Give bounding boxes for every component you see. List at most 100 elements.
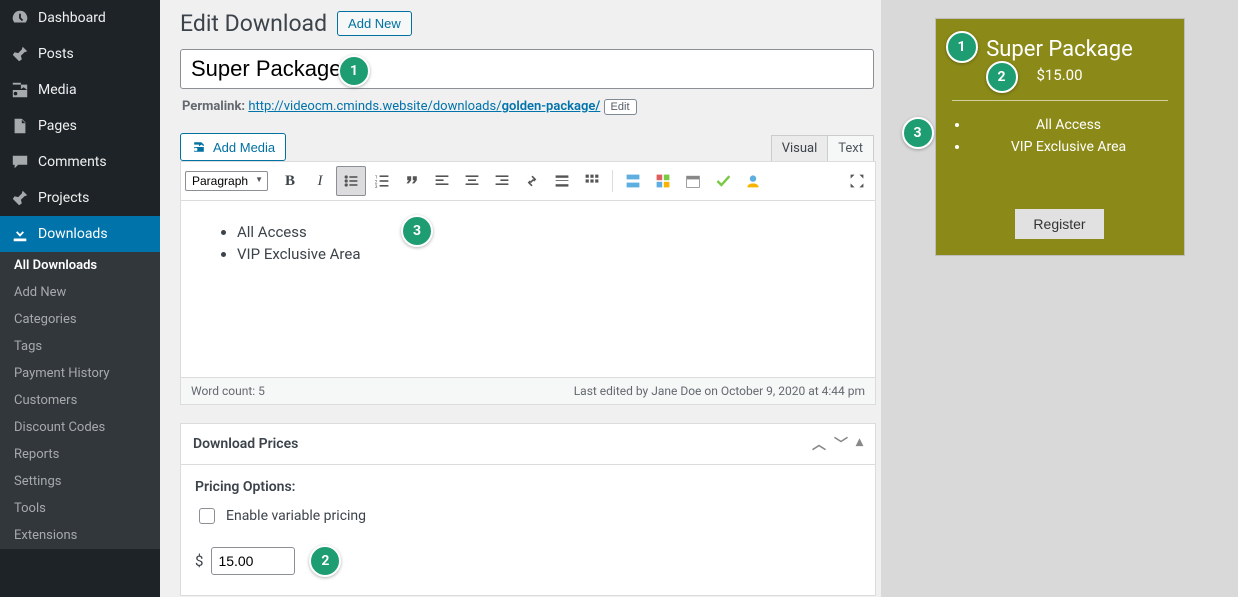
sidebar-label: Downloads bbox=[38, 226, 108, 242]
sidebar-submenu: All Downloads Add New Categories Tags Pa… bbox=[0, 252, 160, 549]
permalink-label: Permalink: bbox=[182, 99, 245, 114]
sub-item-payment-history[interactable]: Payment History bbox=[0, 360, 160, 387]
page-title: Edit Download bbox=[180, 10, 327, 37]
download-icon bbox=[10, 224, 30, 244]
fullscreen-button[interactable] bbox=[843, 167, 871, 195]
pin-icon bbox=[10, 188, 30, 208]
sidebar-item-media[interactable]: Media bbox=[0, 72, 160, 108]
sub-item-reports[interactable]: Reports bbox=[0, 441, 160, 468]
sidebar-item-dashboard[interactable]: Dashboard bbox=[0, 0, 160, 36]
add-media-label: Add Media bbox=[213, 140, 275, 155]
panel-title: Download Prices bbox=[193, 436, 298, 452]
comment-icon bbox=[10, 152, 30, 172]
editor-toolbar: Paragraph B I 123 bbox=[181, 162, 875, 201]
variable-pricing-label: Enable variable pricing bbox=[226, 508, 366, 524]
sub-item-extensions[interactable]: Extensions bbox=[0, 522, 160, 549]
paragraph-select[interactable]: Paragraph bbox=[185, 171, 268, 191]
sidebar-label: Dashboard bbox=[38, 10, 106, 26]
sub-item-categories[interactable]: Categories bbox=[0, 306, 160, 333]
preview-price: $15.00 bbox=[952, 66, 1168, 84]
quote-button[interactable] bbox=[398, 167, 426, 195]
variable-pricing-toggle[interactable]: Enable variable pricing bbox=[195, 505, 861, 527]
caret-up-icon[interactable]: ▴ bbox=[856, 434, 863, 454]
permalink-row: Permalink: http://videocm.cminds.website… bbox=[182, 99, 859, 115]
preview-pane: 1 Super Package 2 $15.00 3 All Access VI… bbox=[881, 0, 1238, 597]
checkmark-button[interactable] bbox=[709, 167, 737, 195]
editor-tabs: Visual Text bbox=[771, 135, 874, 161]
chevron-down-icon[interactable]: ﹀ bbox=[834, 434, 848, 454]
sidebar-item-pages[interactable]: Pages bbox=[0, 108, 160, 144]
tab-text[interactable]: Text bbox=[828, 135, 874, 161]
sub-item-tags[interactable]: Tags bbox=[0, 333, 160, 360]
sub-item-settings[interactable]: Settings bbox=[0, 468, 160, 495]
sidebar-label: Posts bbox=[38, 46, 74, 62]
italic-button[interactable]: I bbox=[306, 167, 334, 195]
post-title-input[interactable] bbox=[180, 49, 874, 89]
media-icon bbox=[191, 139, 207, 155]
gauge-icon bbox=[10, 8, 30, 28]
annotation-bubble-3: 3 bbox=[401, 215, 433, 247]
pin-icon bbox=[10, 44, 30, 64]
calendar-button[interactable] bbox=[679, 167, 707, 195]
annotation-bubble-3: 3 bbox=[902, 117, 934, 149]
sidebar-item-comments[interactable]: Comments bbox=[0, 144, 160, 180]
variable-pricing-checkbox[interactable] bbox=[199, 508, 215, 524]
bold-button[interactable]: B bbox=[276, 167, 304, 195]
register-button[interactable]: Register bbox=[1015, 209, 1103, 239]
annotation-bubble-2: 2 bbox=[309, 545, 341, 577]
permalink-link[interactable]: http://videocm.cminds.website/downloads/… bbox=[248, 99, 600, 114]
sub-item-discount-codes[interactable]: Discount Codes bbox=[0, 414, 160, 441]
admin-sidebar: Dashboard Posts Media Pages Comments Pro… bbox=[0, 0, 160, 597]
media-icon bbox=[10, 80, 30, 100]
bullet-list-button[interactable] bbox=[336, 166, 366, 196]
chevron-up-icon[interactable]: ︿ bbox=[812, 434, 826, 454]
toolbar-toggle-button[interactable] bbox=[578, 167, 606, 195]
permalink-edit-button[interactable]: Edit bbox=[604, 99, 637, 115]
annotation-bubble-1: 1 bbox=[338, 55, 370, 87]
preview-feature: All Access bbox=[970, 117, 1168, 133]
numbered-list-button[interactable]: 123 bbox=[368, 167, 396, 195]
preview-card: 1 Super Package 2 $15.00 3 All Access VI… bbox=[935, 18, 1185, 256]
preview-title: Super Package bbox=[952, 37, 1168, 62]
main-content: Edit Download Add New 1 Permalink: http:… bbox=[160, 0, 881, 597]
editor-status-bar: Word count: 5 Last edited by Jane Doe on… bbox=[181, 377, 875, 404]
user-button[interactable] bbox=[739, 167, 767, 195]
readmore-button[interactable] bbox=[548, 167, 576, 195]
last-edited: Last edited by Jane Doe on October 9, 20… bbox=[574, 384, 865, 398]
download-prices-panel: Download Prices ︿ ﹀ ▴ Pricing Options: E… bbox=[180, 423, 876, 596]
sub-item-all-downloads[interactable]: All Downloads bbox=[0, 252, 160, 279]
sidebar-label: Projects bbox=[38, 190, 89, 206]
word-count: Word count: 5 bbox=[191, 384, 265, 398]
sidebar-item-posts[interactable]: Posts bbox=[0, 36, 160, 72]
sidebar-item-downloads[interactable]: Downloads bbox=[0, 216, 160, 252]
pricing-options-label: Pricing Options: bbox=[195, 479, 861, 495]
sidebar-label: Pages bbox=[38, 118, 77, 134]
sub-item-add-new[interactable]: Add New bbox=[0, 279, 160, 306]
editor-content[interactable]: All Access VIP Exclusive Area 3 bbox=[181, 201, 875, 377]
sidebar-label: Media bbox=[38, 82, 77, 98]
preview-feature-list: All Access VIP Exclusive Area bbox=[952, 117, 1168, 155]
add-new-button[interactable]: Add New bbox=[337, 11, 412, 36]
page-break-button[interactable] bbox=[619, 167, 647, 195]
annotation-bubble-2: 2 bbox=[986, 61, 1018, 93]
price-input[interactable] bbox=[211, 547, 295, 575]
page-icon bbox=[10, 116, 30, 136]
svg-text:3: 3 bbox=[375, 184, 378, 189]
shortcode-button[interactable] bbox=[649, 167, 677, 195]
content-bullet: All Access bbox=[237, 223, 853, 241]
sub-item-customers[interactable]: Customers bbox=[0, 387, 160, 414]
annotation-bubble-1: 1 bbox=[946, 31, 978, 63]
editor-box: Paragraph B I 123 bbox=[180, 161, 876, 405]
preview-feature: VIP Exclusive Area bbox=[970, 139, 1168, 155]
sub-item-tools[interactable]: Tools bbox=[0, 495, 160, 522]
sidebar-item-projects[interactable]: Projects bbox=[0, 180, 160, 216]
tab-visual[interactable]: Visual bbox=[771, 135, 829, 161]
currency-symbol: $ bbox=[195, 552, 203, 570]
align-left-button[interactable] bbox=[428, 167, 456, 195]
align-right-button[interactable] bbox=[488, 167, 516, 195]
content-bullet: VIP Exclusive Area bbox=[237, 245, 853, 263]
align-center-button[interactable] bbox=[458, 167, 486, 195]
sidebar-label: Comments bbox=[38, 154, 107, 170]
link-button[interactable] bbox=[518, 167, 546, 195]
add-media-button[interactable]: Add Media bbox=[180, 133, 286, 161]
